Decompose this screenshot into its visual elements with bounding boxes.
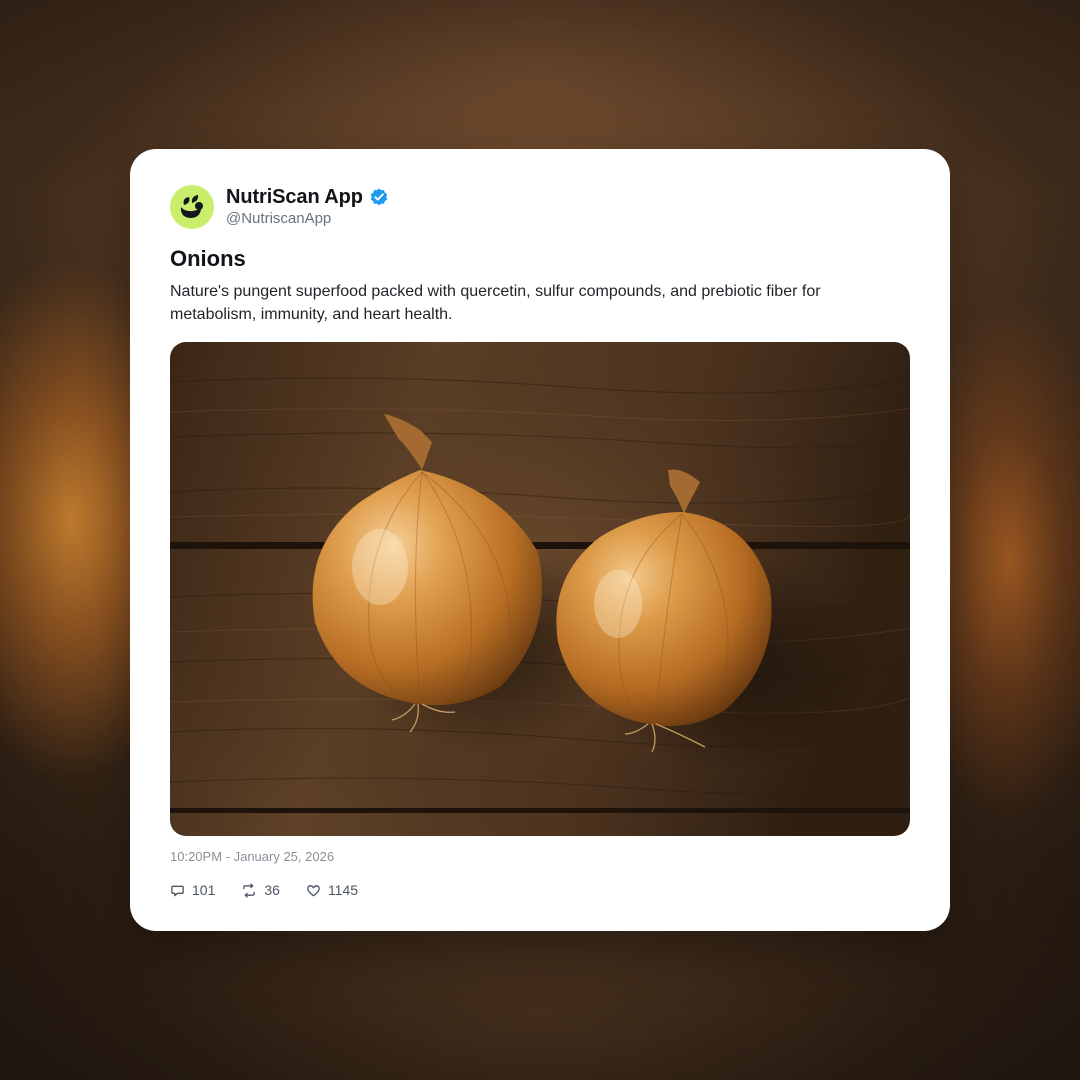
reply-count: 101 xyxy=(192,882,216,898)
author-handle[interactable]: @NutriscanApp xyxy=(226,210,331,227)
like-count: 1145 xyxy=(327,882,359,898)
heart-icon xyxy=(307,884,320,896)
author-name-row: NutriScan App xyxy=(226,185,389,209)
post-image[interactable] xyxy=(170,342,910,836)
reply-icon xyxy=(171,885,184,896)
post-timestamp: 10:20PM - January 25, 2026 xyxy=(170,849,335,864)
post-description: Nature's pungent superfood packed with q… xyxy=(170,283,821,323)
post-title: Onions xyxy=(170,246,246,271)
onion-photo-illustration xyxy=(170,342,910,836)
post-card: NutriScan App @NutriscanApp Onions Natur… xyxy=(130,149,950,931)
author-name[interactable]: NutriScan App xyxy=(226,186,363,209)
reply-button[interactable]: 101 xyxy=(170,882,215,898)
repost-button[interactable]: 36 xyxy=(241,882,280,898)
avatar[interactable] xyxy=(170,185,214,229)
engagement-bar: 101 36 1145 xyxy=(170,880,384,900)
nutriscan-logo-icon xyxy=(180,195,203,218)
repost-count: 36 xyxy=(264,882,280,898)
repost-icon xyxy=(243,882,256,898)
verified-badge-icon xyxy=(369,187,389,207)
like-button[interactable]: 1145 xyxy=(306,882,358,898)
